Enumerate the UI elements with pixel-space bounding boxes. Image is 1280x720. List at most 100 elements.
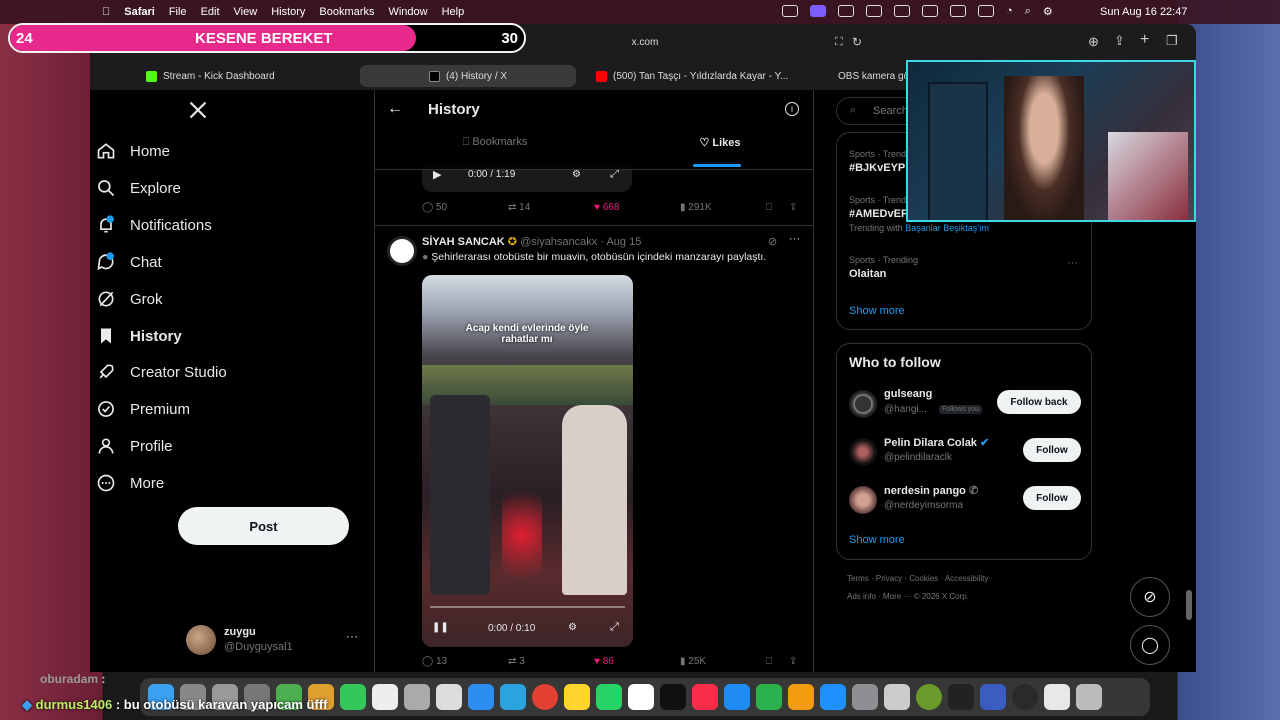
tab-bookmarks[interactable]: ⎕ Bookmarks [435,136,555,156]
tweet-more-icon[interactable]: ··· [789,233,800,245]
document-icon[interactable] [1044,684,1070,710]
tweet-author-name[interactable]: SİYAH SANCAK [422,236,505,248]
avatar[interactable] [849,486,877,514]
obs-icon[interactable] [1012,684,1038,710]
nav-more[interactable]: More [96,473,164,493]
views-button[interactable]: ▮ 25K [680,656,706,667]
freeform-icon[interactable] [628,684,654,710]
spotlight-icon[interactable]: ⌕ [1025,5,1031,18]
like-button[interactable]: ♥ 668 [594,202,619,213]
wifi-icon[interactable]: ◔ [1006,5,1013,18]
menu-window[interactable]: Window [388,6,427,18]
avatar[interactable] [849,390,877,418]
account-more-icon[interactable]: ··· [346,629,358,643]
tab-kick-dashboard[interactable]: Stream - Kick Dashboard [136,65,356,87]
reminders-icon[interactable] [436,684,462,710]
settings-icon[interactable]: ⚙ [568,622,577,633]
reload-icon[interactable]: ↻ [852,35,862,49]
share-button[interactable]: ⇪ [789,656,797,667]
menubar-clock[interactable]: Sun Aug 16 22:47 [1100,6,1187,18]
new-tab-icon[interactable]: + [1140,31,1149,49]
battery-icon[interactable] [978,5,994,17]
appletv-icon[interactable] [660,684,686,710]
appstore-icon[interactable] [820,684,846,710]
nav-grok[interactable]: Grok [96,289,163,309]
nav-creator-studio[interactable]: Creator Studio [96,362,227,382]
footer-privacy[interactable]: Privacy [876,574,902,583]
tab-likes[interactable]: ♡ Likes [665,136,775,167]
trends-show-more[interactable]: Show more [849,305,905,317]
video-progress[interactable] [430,606,625,608]
chrome-icon[interactable] [532,684,558,710]
menu-edit[interactable]: Edit [201,6,220,18]
footer-ads-info[interactable]: Ads info [847,592,876,601]
footer-terms[interactable]: Terms [847,574,869,583]
trend-extra-link[interactable]: Başanlar Beşiktaş'ım [905,223,989,233]
wd-dock-icon[interactable] [980,684,1006,710]
like-button[interactable]: ♥ 86 [594,656,614,667]
grid-icon[interactable] [866,5,882,17]
music-icon[interactable] [692,684,718,710]
views-button[interactable]: ▮ 291K [680,202,712,213]
messages-float-icon[interactable]: ◯ [1130,625,1170,665]
follow-user-name[interactable]: nerdesin pango ✆ [884,484,978,497]
grok-float-icon[interactable]: ⊘ [1130,577,1170,617]
apple-menu-icon[interactable]:  [102,6,110,18]
avatar[interactable] [849,438,877,466]
tab-youtube[interactable]: (500) Tan Taşçı - Yıldızlarda Kayar - Y.… [586,65,816,87]
preview-icon[interactable] [884,684,910,710]
nav-profile[interactable]: Profile [96,436,173,456]
tweet-date[interactable]: · Aug 15 [600,236,641,248]
settings-icon[interactable]: ⚙ [572,169,581,180]
pages-icon[interactable] [788,684,814,710]
menu-help[interactable]: Help [442,6,465,18]
trend-more-icon[interactable]: ··· [1067,257,1078,269]
follow-back-button[interactable]: Follow back [997,390,1081,414]
contacts-icon[interactable] [404,684,430,710]
cloud-icon[interactable] [950,5,966,17]
whatsapp-icon[interactable] [596,684,622,710]
menu-bookmarks[interactable]: Bookmarks [319,6,374,18]
back-arrow-icon[interactable]: ← [387,100,403,118]
record-icon[interactable] [894,5,910,17]
repost-button[interactable]: ⇄ 14 [508,202,530,213]
screen-share-icon[interactable] [810,5,826,17]
fullscreen-icon[interactable]: ⤢ [610,621,619,634]
share-button[interactable]: ⇪ [789,202,797,213]
facetime-icon[interactable] [340,684,366,710]
nav-history[interactable]: History [96,326,182,346]
pause-icon[interactable]: ❚❚ [432,622,449,633]
control-center-icon[interactable]: ⚙ [1043,5,1053,18]
telegram-icon[interactable] [500,684,526,710]
numbers-icon[interactable] [756,684,782,710]
menu-history[interactable]: History [271,6,305,18]
epic-games-icon[interactable] [948,684,974,710]
trash-icon[interactable] [1076,684,1102,710]
trend-item[interactable]: Sports · Trending Olaitan [849,255,918,280]
safari-icon[interactable] [468,684,494,710]
tweet-author-handle[interactable]: @siyahsancakx [520,236,597,248]
repost-button[interactable]: ⇄ 3 [508,656,525,667]
follow-user-name[interactable]: gulseang [884,388,932,400]
post-button[interactable]: Post [178,507,349,545]
download-icon[interactable]: ⊕ [1088,34,1099,50]
share-icon[interactable]: ⇪ [1114,33,1125,49]
info-icon[interactable]: i [785,102,799,116]
nav-notifications[interactable]: Notifications [96,215,212,235]
reply-button[interactable]: ◯ 13 [422,656,447,667]
menu-app-name[interactable]: Safari [124,6,155,18]
follow-button[interactable]: Follow [1023,438,1081,462]
menu-file[interactable]: File [169,6,187,18]
follow-user-name[interactable]: Pelin Dilara Colak ✔ [884,436,989,449]
nav-chat[interactable]: Chat [96,252,162,272]
xbox-icon[interactable] [916,684,942,710]
nav-premium[interactable]: Premium [96,399,190,419]
translate-icon[interactable]: ⛶ [835,36,843,49]
bookmark-button[interactable]: ⎕ [766,202,772,213]
x-logo-icon[interactable] [188,100,208,120]
footer-accessibility[interactable]: Accessibility [945,574,989,583]
scrollbar[interactable] [1186,590,1192,620]
keynote-icon[interactable] [724,684,750,710]
wd-icon[interactable] [838,5,854,17]
grok-explain-icon[interactable]: ⊘ [768,235,777,248]
